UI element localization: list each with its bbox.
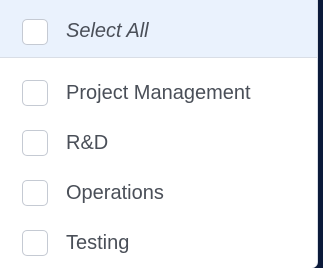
option-label: Testing [66,231,130,254]
option-row-project-management[interactable]: Project Management [0,68,317,118]
option-label: Project Management [66,81,251,104]
rnd-checkbox[interactable] [22,130,48,156]
select-all-checkbox[interactable] [22,18,48,45]
select-all-row[interactable]: Select All [0,6,317,58]
option-row-rnd[interactable]: R&D [0,118,317,168]
select-all-label: Select All [66,20,149,42]
option-row-operations[interactable]: Operations [0,168,317,218]
testing-checkbox[interactable] [22,230,48,256]
option-label: R&D [66,131,109,154]
operations-checkbox[interactable] [22,180,48,206]
option-row-testing[interactable]: Testing [0,218,317,268]
option-label: Operations [66,181,164,204]
filter-dropdown-panel: Select All Project Management R&D Operat… [0,0,318,268]
project-management-checkbox[interactable] [22,80,48,106]
